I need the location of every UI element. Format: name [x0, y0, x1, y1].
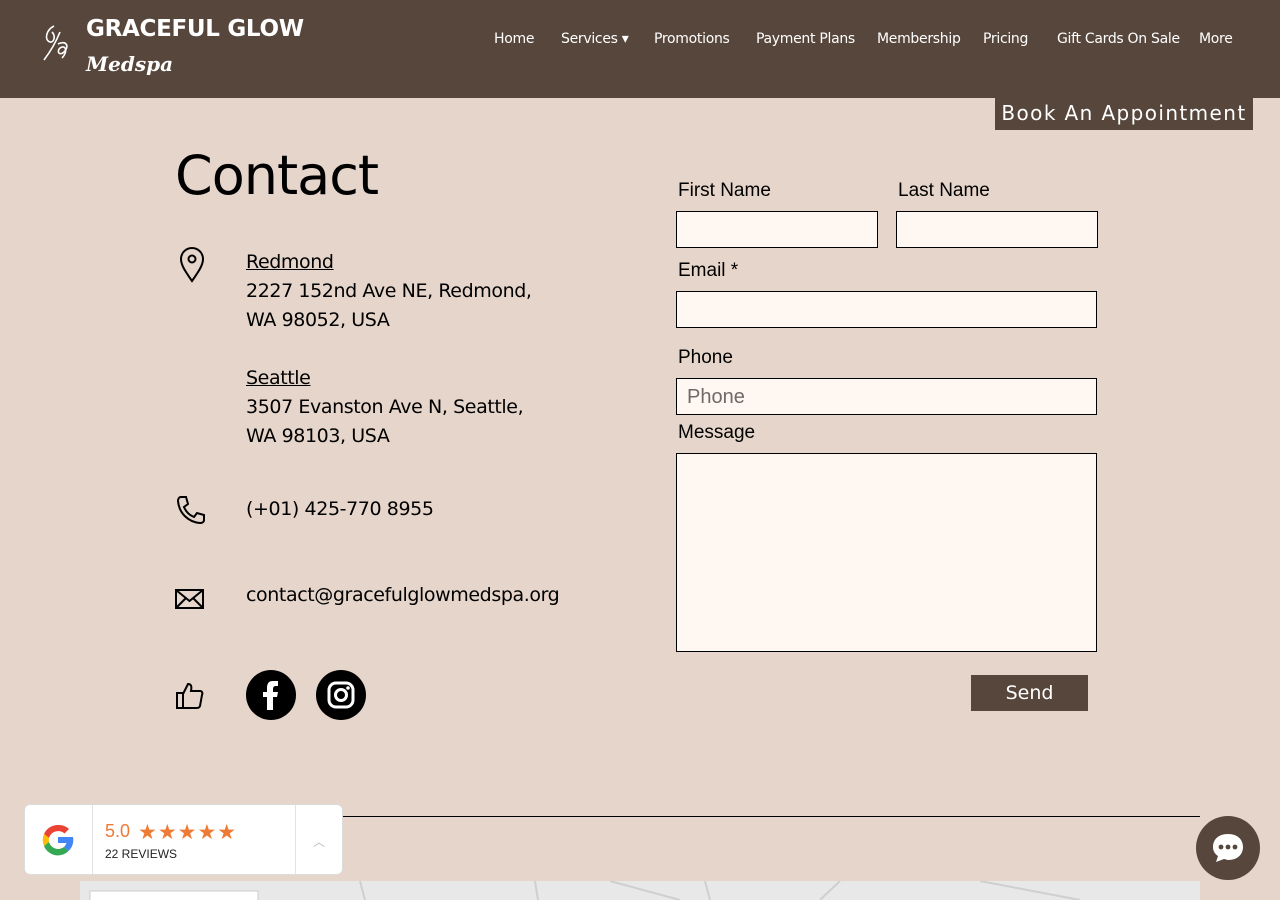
location-name[interactable]: Redmond [246, 248, 532, 277]
email-label: Email * [678, 260, 739, 281]
first-name-label: First Name [678, 180, 771, 201]
nav-payment-plans[interactable]: Payment Plans [756, 31, 855, 47]
instagram-icon [327, 681, 355, 709]
chat-button[interactable] [1196, 816, 1260, 880]
location-redmond: Redmond 2227 152nd Ave NE, Redmond, WA 9… [246, 248, 532, 335]
phone-icon [176, 496, 205, 525]
location-seattle: Seattle 3507 Evanston Ave N, Seattle, WA… [246, 364, 524, 451]
phone-number[interactable]: (+01) 425-770 8955 [246, 495, 434, 524]
page-title: Contact [175, 144, 379, 207]
widget-divider [295, 805, 296, 874]
send-button[interactable]: Send [971, 675, 1088, 711]
widget-divider [92, 805, 93, 874]
message-label: Message [678, 422, 756, 443]
facebook-link[interactable] [246, 670, 296, 720]
google-icon [42, 824, 74, 856]
last-name-field[interactable] [896, 211, 1098, 248]
email-address[interactable]: contact@gracefulglowmedspa.org [246, 581, 560, 610]
nav-home[interactable]: Home [494, 31, 534, 47]
nav-membership[interactable]: Membership [877, 31, 961, 47]
logo-monogram-icon[interactable] [40, 22, 74, 66]
rating-value: 5.0 [105, 821, 131, 841]
address-line: 3507 Evanston Ave N, Seattle, [246, 396, 524, 418]
review-count: 22 REVIEWS [105, 847, 178, 861]
address-line: WA 98052, USA [246, 309, 390, 331]
chat-bubble-icon [1213, 834, 1243, 862]
brand-subtitle[interactable]: Medspa [86, 52, 173, 76]
map[interactable] [80, 881, 1200, 900]
phone-label: Phone [678, 347, 733, 368]
nav-promotions[interactable]: Promotions [654, 31, 730, 47]
address-line: 2227 152nd Ave NE, Redmond, [246, 280, 532, 302]
nav-services[interactable]: Services ▾ [561, 31, 629, 47]
location-pin-icon [179, 247, 205, 283]
nav-pricing[interactable]: Pricing [983, 31, 1028, 47]
message-field[interactable] [676, 453, 1097, 652]
phone-placeholder: Phone [687, 386, 745, 408]
first-name-field[interactable] [676, 211, 878, 248]
facebook-icon [263, 681, 278, 710]
email-field[interactable] [676, 291, 1097, 328]
location-name[interactable]: Seattle [246, 364, 523, 393]
last-name-label: Last Name [898, 180, 990, 201]
thumbs-up-icon [176, 682, 204, 709]
brand-name[interactable]: GRACEFUL GLOW [86, 16, 304, 42]
book-appointment-button[interactable]: Book An Appointment [995, 98, 1253, 130]
google-reviews-widget[interactable]: 5.0 ★★★★★ 22 REVIEWS ︿ [24, 804, 343, 875]
star-rating: ★★★★★ [138, 821, 238, 844]
mail-icon [175, 589, 204, 609]
chevron-up-icon[interactable]: ︿ [313, 833, 325, 850]
address-line: WA 98103, USA [246, 425, 390, 447]
phone-field[interactable]: Phone [676, 378, 1097, 415]
site-header: GRACEFUL GLOW Medspa Home Services ▾ Pro… [0, 0, 1280, 98]
nav-gift-cards[interactable]: Gift Cards On Sale [1057, 31, 1180, 47]
section-divider [330, 816, 1200, 817]
nav-more[interactable]: More [1199, 31, 1233, 47]
instagram-link[interactable] [316, 670, 366, 720]
map-roads [89, 881, 1081, 900]
